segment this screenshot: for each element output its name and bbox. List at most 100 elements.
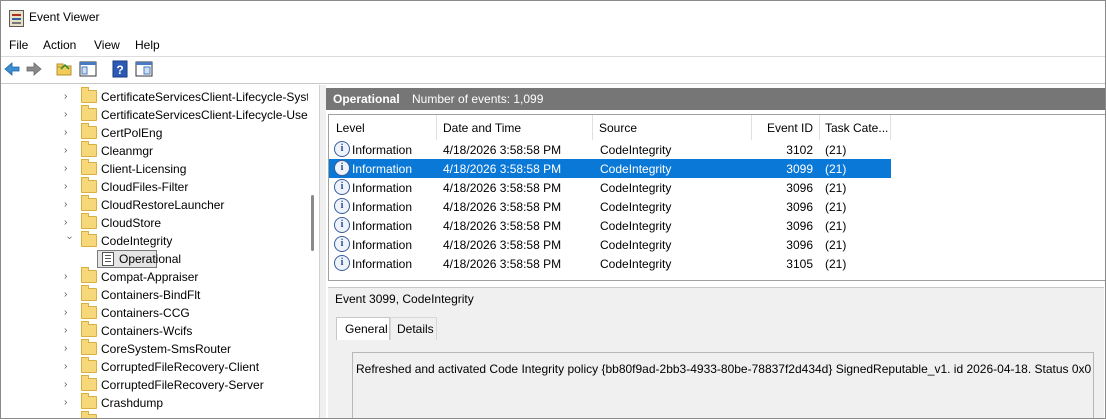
- chevron-right-icon[interactable]: ›: [64, 218, 74, 228]
- folder-icon: [81, 177, 97, 193]
- cell-source: CodeIntegrity: [600, 200, 672, 214]
- chevron-down-icon[interactable]: ›: [64, 236, 75, 246]
- folder-icon: [81, 375, 97, 391]
- tree-item[interactable]: › CloudFiles-Filter: [1, 177, 319, 196]
- cell-source: CodeIntegrity: [600, 238, 672, 252]
- pane-splitter[interactable]: [319, 85, 326, 418]
- forward-arrow-icon[interactable]: [25, 60, 43, 78]
- information-icon: i: [334, 179, 350, 195]
- chevron-right-icon[interactable]: ›: [64, 362, 74, 372]
- chevron-right-icon[interactable]: ›: [64, 416, 74, 419]
- tree-item[interactable]: › CorruptedFileRecovery-Server: [1, 375, 319, 394]
- chevron-right-icon[interactable]: ›: [64, 110, 74, 120]
- information-icon: i: [334, 217, 350, 233]
- folder-icon: [81, 195, 97, 211]
- menu-view[interactable]: View: [94, 38, 120, 52]
- show-hide-action-pane-icon[interactable]: [135, 60, 153, 78]
- table-row[interactable]: i Information 4/18/2026 3:58:58 PM CodeI…: [329, 216, 891, 235]
- tree-item[interactable]: › CloudStore: [1, 213, 319, 232]
- tree-item[interactable]: › CertificateServicesClient-Lifecycle-Us…: [1, 105, 319, 124]
- tree-item-label: CodeIntegrity: [101, 234, 173, 248]
- column-header-event-id[interactable]: Event ID: [752, 115, 820, 140]
- console-tree[interactable]: › CertificateServicesClient-Lifecycle-Sy…: [1, 85, 319, 418]
- information-icon: i: [334, 198, 350, 214]
- table-row[interactable]: i Information 4/18/2026 3:58:58 PM CodeI…: [329, 197, 891, 216]
- chevron-right-icon[interactable]: ›: [64, 344, 74, 354]
- chevron-right-icon[interactable]: ›: [64, 272, 74, 282]
- title-bar: Event Viewer: [1, 1, 1105, 33]
- toolbar: ?: [1, 57, 1105, 81]
- cell-task: (21): [825, 257, 847, 271]
- menu-file[interactable]: File: [9, 38, 28, 52]
- cell-datetime: 4/18/2026 3:58:58 PM: [443, 219, 562, 233]
- open-folder-icon[interactable]: [55, 60, 73, 78]
- tree-item[interactable]: › Containers-CCG: [1, 303, 319, 322]
- chevron-right-icon[interactable]: ›: [64, 164, 74, 174]
- tree-item[interactable]: › CorruptedFileRecovery-Client: [1, 357, 319, 376]
- table-row[interactable]: i Information 4/18/2026 3:58:58 PM CodeI…: [329, 235, 891, 254]
- show-hide-console-tree-icon[interactable]: [79, 60, 97, 78]
- column-header-task-category[interactable]: Task Cate...: [820, 115, 891, 140]
- column-header-date[interactable]: Date and Time: [437, 115, 593, 140]
- chevron-right-icon[interactable]: ›: [64, 146, 74, 156]
- log-icon: [102, 252, 114, 266]
- cell-event-id: 3096: [786, 181, 813, 195]
- tree-item[interactable]: › Crashdump: [1, 393, 319, 412]
- tree-item[interactable]: › Client-Licensing: [1, 159, 319, 178]
- menu-help[interactable]: Help: [135, 38, 160, 52]
- folder-icon: [81, 267, 97, 283]
- cell-datetime: 4/18/2026 3:58:58 PM: [443, 162, 562, 176]
- tree-item-label: CoreSystem-SmsRouter: [101, 342, 232, 356]
- chevron-right-icon[interactable]: ›: [64, 128, 74, 138]
- information-icon: i: [334, 255, 350, 271]
- tree-item[interactable]: › CloudRestoreLauncher: [1, 195, 319, 214]
- cell-task: (21): [825, 143, 847, 157]
- chevron-right-icon[interactable]: ›: [64, 290, 74, 300]
- help-icon[interactable]: ?: [111, 60, 129, 78]
- column-header-level[interactable]: Level: [329, 115, 437, 140]
- tree-scrollbar[interactable]: [308, 85, 317, 418]
- event-details-header: Event 3099, CodeIntegrity: [328, 287, 1104, 310]
- chevron-right-icon[interactable]: ›: [64, 92, 74, 102]
- tab-general[interactable]: General: [336, 317, 390, 340]
- table-row[interactable]: i Information 4/18/2026 3:58:58 PM CodeI…: [329, 254, 891, 273]
- information-icon: i: [334, 236, 350, 252]
- column-header-source[interactable]: Source: [593, 115, 752, 140]
- scrollbar-thumb[interactable]: [311, 195, 314, 251]
- tree-item[interactable]: › CertificateServicesClient-Lifecycle-Sy…: [1, 87, 319, 106]
- chevron-right-icon[interactable]: ›: [64, 308, 74, 318]
- tree-item[interactable]: › Compat-Appraiser: [1, 267, 319, 286]
- event-list[interactable]: Level Date and Time Source Event ID Task…: [328, 114, 1105, 281]
- folder-icon: [81, 339, 97, 355]
- folder-icon: [81, 141, 97, 157]
- table-row-selected[interactable]: i Information 4/18/2026 3:58:58 PM CodeI…: [329, 159, 891, 178]
- tree-item[interactable]: › CertPolEng: [1, 123, 319, 142]
- menu-action[interactable]: Action: [43, 38, 76, 52]
- tree-item[interactable]: › Cleanmgr: [1, 141, 319, 160]
- tree-item-partial[interactable]: ›: [1, 411, 319, 419]
- tree-item-label: CertPolEng: [101, 126, 163, 140]
- svg-text:?: ?: [116, 63, 123, 77]
- tab-details[interactable]: Details: [390, 317, 437, 340]
- tree-item-label: Client-Licensing: [101, 162, 187, 176]
- chevron-right-icon[interactable]: ›: [64, 380, 74, 390]
- chevron-right-icon[interactable]: ›: [64, 326, 74, 336]
- cell-level: Information: [352, 200, 413, 214]
- tree-item[interactable]: › Containers-Wcifs: [1, 321, 319, 340]
- event-message-box[interactable]: Refreshed and activated Code Integrity p…: [352, 352, 1094, 418]
- tree-item[interactable]: › CoreSystem-SmsRouter: [1, 339, 319, 358]
- table-row[interactable]: i Information 4/18/2026 3:58:58 PM CodeI…: [329, 140, 891, 159]
- table-row[interactable]: i Information 4/18/2026 3:58:58 PM CodeI…: [329, 178, 891, 197]
- tree-item-operational[interactable]: Operational: [1, 250, 319, 268]
- chevron-right-icon[interactable]: ›: [64, 398, 74, 408]
- cell-task: (21): [825, 238, 847, 252]
- cell-level: Information: [352, 143, 413, 157]
- chevron-right-icon[interactable]: ›: [64, 182, 74, 192]
- tree-item-codeintegrity[interactable]: › CodeIntegrity: [1, 231, 319, 250]
- tree-item[interactable]: › Containers-BindFlt: [1, 285, 319, 304]
- folder-icon: [81, 123, 97, 139]
- event-details-pane: General Details Refreshed and activated …: [328, 309, 1104, 418]
- back-arrow-icon[interactable]: [3, 60, 21, 78]
- cell-event-id: 3105: [786, 257, 813, 271]
- chevron-right-icon[interactable]: ›: [64, 200, 74, 210]
